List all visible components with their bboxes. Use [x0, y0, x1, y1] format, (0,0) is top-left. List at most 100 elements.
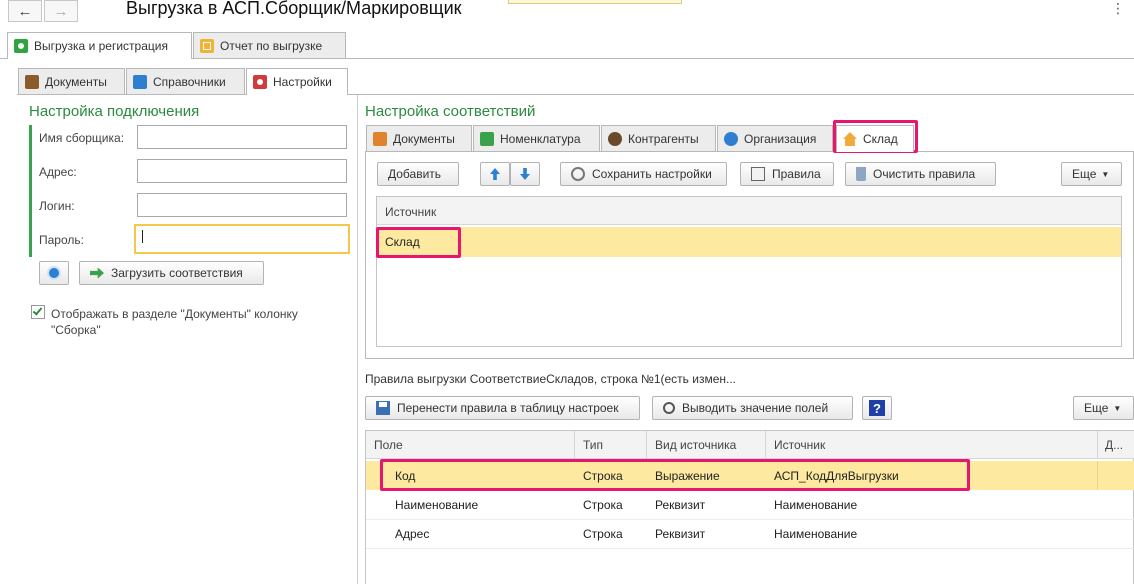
button-label: Еще: [1084, 401, 1109, 415]
button-label: Перенести правила в таблицу настроек: [397, 401, 619, 415]
checkmark-icon: [32, 305, 43, 316]
tab-label: Настройки: [273, 75, 332, 89]
arrow-up-icon: [490, 168, 500, 180]
rules-more-button[interactable]: Еще ▼: [1073, 396, 1134, 420]
tab-label: Документы: [393, 131, 455, 146]
column-header-source: Источник: [774, 438, 826, 452]
more-button[interactable]: Еще ▼: [1061, 162, 1122, 186]
callout-code-row: [380, 459, 970, 491]
password-field[interactable]: [134, 224, 350, 254]
magnifier-icon: [663, 402, 675, 414]
dropdown-arrow-icon: ▼: [1101, 169, 1110, 179]
tab-map-nomenclature[interactable]: Номенклатура: [473, 125, 600, 151]
cell-source-kind: Реквизит: [655, 527, 706, 541]
tab-map-contractors[interactable]: Контрагенты: [601, 125, 716, 151]
cell-type: Строка: [583, 498, 623, 512]
address-label: Адрес:: [39, 165, 77, 179]
button-label: Правила: [772, 167, 821, 181]
clear-rules-button[interactable]: Очистить правила: [845, 162, 996, 186]
connect-button[interactable]: [39, 261, 69, 285]
show-column-checkbox[interactable]: [31, 305, 45, 319]
rules-button[interactable]: Правила: [740, 162, 834, 186]
collector-name-field[interactable]: [137, 125, 347, 149]
forward-button[interactable]: →: [44, 0, 78, 22]
tab-label: Отчет по выгрузке: [220, 38, 323, 53]
catalog-icon: [133, 74, 147, 89]
tab-label: Документы: [45, 74, 107, 89]
show-column-label: Отображать в разделе "Документы" колонку: [51, 307, 298, 321]
move-up-button[interactable]: [480, 162, 510, 186]
button-label: Еще: [1072, 167, 1097, 181]
login-label: Логин:: [39, 199, 75, 213]
settings-icon: [253, 75, 267, 89]
people-icon: [608, 131, 622, 146]
mapping-settings-title: Настройка соответствий: [365, 103, 536, 120]
tab-map-warehouse[interactable]: Склад: [836, 125, 914, 152]
documents-icon: [373, 131, 387, 146]
report-icon: [200, 38, 214, 53]
rules-grid-header: [366, 431, 1134, 459]
panel-divider: [357, 95, 358, 584]
trash-icon: [856, 167, 866, 181]
column-header-field: Поле: [374, 438, 403, 452]
window-title: Выгрузка в АСП.Сборщик/Маркировщик: [126, 0, 462, 18]
cell-field: Адрес: [395, 527, 430, 541]
help-icon: ?: [869, 400, 885, 416]
dropdown-arrow-icon: ▼: [1113, 403, 1122, 413]
mapping-grid-row[interactable]: [377, 227, 1121, 257]
load-mappings-button[interactable]: Загрузить соответствия: [79, 261, 264, 285]
more-menu-icon[interactable]: ⋮: [1111, 0, 1125, 17]
tab-label: Контрагенты: [628, 131, 699, 146]
arrow-right-icon: →: [53, 2, 69, 20]
move-down-button[interactable]: [510, 162, 540, 186]
login-field[interactable]: [137, 193, 347, 217]
tab-settings[interactable]: Настройки: [246, 68, 348, 95]
edit-icon: [751, 167, 765, 181]
tab-catalogs[interactable]: Справочники: [126, 68, 245, 94]
column-header-type: Тип: [583, 438, 604, 452]
table-row[interactable]: [366, 490, 1134, 519]
save-settings-button[interactable]: Сохранить настройки: [560, 162, 727, 186]
notification-strip: [508, 0, 682, 4]
tab-label: Номенклатура: [500, 131, 581, 146]
back-button[interactable]: ←: [8, 0, 42, 22]
cell-type: Строка: [583, 527, 623, 541]
organization-icon: [724, 131, 738, 146]
tab-export-registration[interactable]: Выгрузка и регистрация: [7, 32, 192, 59]
gear-icon: [571, 167, 585, 181]
export-icon: [14, 39, 28, 53]
text-caret: [142, 230, 143, 243]
show-column-label-2: "Сборка": [51, 323, 101, 337]
tab-map-organization[interactable]: Организация: [717, 125, 833, 151]
cell-field: Наименование: [395, 498, 479, 512]
mapping-grid-header: [377, 197, 1121, 225]
basket-icon: [480, 131, 494, 146]
tab-map-documents[interactable]: Документы: [366, 125, 472, 151]
arrow-right-green-icon: [90, 267, 104, 279]
button-label: Выводить значение полей: [682, 401, 829, 415]
house-icon: [843, 132, 857, 146]
arrow-left-icon: ←: [17, 2, 33, 20]
password-label: Пароль:: [39, 233, 84, 247]
button-label: Очистить правила: [873, 167, 976, 181]
column-header-source: Источник: [385, 205, 437, 219]
add-button[interactable]: Добавить: [377, 162, 459, 186]
address-field[interactable]: [137, 159, 347, 183]
connection-settings-title: Настройка подключения: [29, 103, 200, 120]
transfer-rules-button[interactable]: Перенести правила в таблицу настроек: [365, 396, 640, 420]
help-button[interactable]: ?: [862, 396, 892, 420]
power-icon: [47, 266, 61, 280]
cell-source: Наименование: [774, 498, 858, 512]
cell-source: Наименование: [774, 527, 858, 541]
tab-label: Склад: [863, 132, 898, 146]
column-header-extra: Д...: [1105, 438, 1124, 452]
button-label: Сохранить настройки: [592, 167, 712, 181]
column-header-source-kind: Вид источника: [655, 438, 737, 452]
show-field-values-button[interactable]: Выводить значение полей: [652, 396, 853, 420]
tab-export-report[interactable]: Отчет по выгрузке: [193, 32, 346, 58]
briefcase-icon: [25, 74, 39, 89]
save-icon: [376, 401, 390, 415]
tab-documents[interactable]: Документы: [18, 68, 125, 94]
table-row[interactable]: [366, 519, 1134, 548]
collector-name-label: Имя сборщика:: [39, 131, 125, 145]
